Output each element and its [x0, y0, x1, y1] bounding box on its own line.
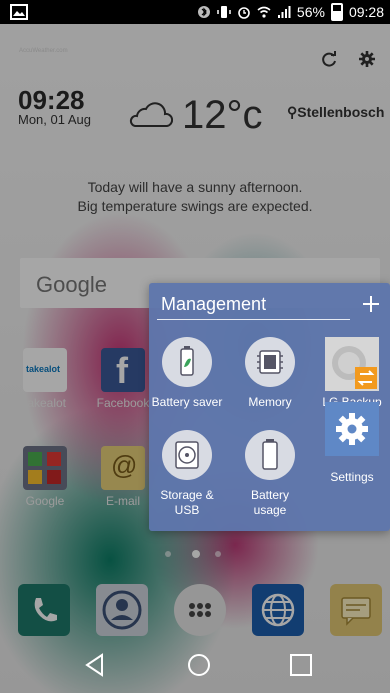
- tile-lg-backup[interactable]: LG Backup: [314, 337, 390, 410]
- battery-icon: [330, 3, 343, 21]
- tile-label: Battery usage: [250, 488, 289, 517]
- vibrate-icon: [217, 6, 231, 18]
- back-icon[interactable]: [80, 650, 110, 680]
- signal-icon: [277, 6, 291, 18]
- navigation-bar: [0, 636, 390, 693]
- recent-apps-icon[interactable]: [286, 650, 316, 680]
- gallery-notification-icon: [10, 4, 28, 20]
- status-bar: 56% 09:28: [0, 0, 390, 24]
- battery-saver-icon: [162, 337, 212, 387]
- tile-battery-saver[interactable]: Battery saver: [149, 337, 225, 410]
- bluetooth-icon: [197, 6, 210, 18]
- add-icon[interactable]: [360, 293, 382, 315]
- settings-gear-icon: [325, 402, 379, 456]
- tile-label: Memory: [248, 395, 292, 409]
- tile-battery-usage[interactable]: Battery usage: [232, 430, 308, 518]
- home-screen: 56% 09:28 AccuWeather.com 09:28 Mon, 01 …: [0, 0, 390, 693]
- tile-storage-usb[interactable]: Storage & USB: [149, 430, 225, 518]
- lg-backup-icon: [325, 337, 379, 391]
- status-time: 09:28: [348, 4, 384, 20]
- battery-usage-icon: [245, 430, 295, 480]
- management-title[interactable]: Management: [161, 294, 266, 315]
- tile-label: Storage & USB: [160, 488, 214, 517]
- wifi-icon: [257, 6, 271, 18]
- management-folder-popup: Management Battery saver Memory LG Backu…: [149, 283, 390, 531]
- memory-icon: [245, 337, 295, 387]
- alarm-icon: [238, 7, 250, 19]
- storage-icon: [162, 430, 212, 480]
- tile-memory[interactable]: Memory: [232, 337, 308, 410]
- home-icon[interactable]: [184, 650, 214, 680]
- tile-label: Settings: [330, 470, 374, 484]
- battery-percent: 56%: [296, 4, 325, 20]
- tile-settings[interactable]: Settings: [314, 402, 390, 485]
- title-underline: [157, 319, 350, 320]
- tile-label: Battery saver: [151, 395, 223, 409]
